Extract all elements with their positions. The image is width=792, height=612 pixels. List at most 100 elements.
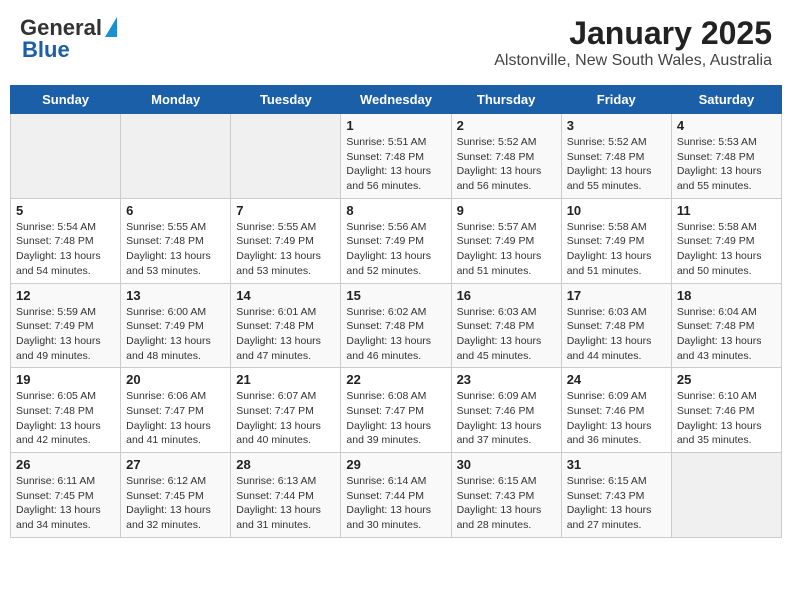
day-number: 31 bbox=[567, 457, 666, 472]
day-info: Sunrise: 5:52 AM Sunset: 7:48 PM Dayligh… bbox=[567, 135, 666, 194]
weekday-header-thursday: Thursday bbox=[451, 86, 561, 114]
calendar-cell: 11 Sunrise: 5:58 AM Sunset: 7:49 PM Dayli… bbox=[671, 198, 781, 283]
weekday-header-monday: Monday bbox=[121, 86, 231, 114]
day-info: Sunrise: 5:55 AM Sunset: 7:49 PM Dayligh… bbox=[236, 220, 335, 279]
day-number: 29 bbox=[346, 457, 445, 472]
weekday-header-saturday: Saturday bbox=[671, 86, 781, 114]
calendar-cell: 25 Sunrise: 6:10 AM Sunset: 7:46 PM Dayli… bbox=[671, 368, 781, 453]
day-info: Sunrise: 5:51 AM Sunset: 7:48 PM Dayligh… bbox=[346, 135, 445, 194]
day-number: 27 bbox=[126, 457, 225, 472]
calendar-cell: 30 Sunrise: 6:15 AM Sunset: 7:43 PM Dayli… bbox=[451, 453, 561, 538]
day-info: Sunrise: 6:14 AM Sunset: 7:44 PM Dayligh… bbox=[346, 474, 445, 533]
day-number: 30 bbox=[457, 457, 556, 472]
calendar-cell bbox=[671, 453, 781, 538]
day-info: Sunrise: 5:57 AM Sunset: 7:49 PM Dayligh… bbox=[457, 220, 556, 279]
day-number: 28 bbox=[236, 457, 335, 472]
calendar-cell: 27 Sunrise: 6:12 AM Sunset: 7:45 PM Dayli… bbox=[121, 453, 231, 538]
weekday-header-wednesday: Wednesday bbox=[341, 86, 451, 114]
day-number: 7 bbox=[236, 203, 335, 218]
day-number: 15 bbox=[346, 288, 445, 303]
calendar-cell: 16 Sunrise: 6:03 AM Sunset: 7:48 PM Dayli… bbox=[451, 283, 561, 368]
calendar-cell: 17Sunrise: 6:03 AM Sunset: 7:48 PM Dayli… bbox=[561, 283, 671, 368]
weekday-header-sunday: Sunday bbox=[11, 86, 121, 114]
day-number: 25 bbox=[677, 372, 776, 387]
calendar-table: SundayMondayTuesdayWednesdayThursdayFrid… bbox=[10, 85, 782, 538]
day-info: Sunrise: 6:04 AM Sunset: 7:48 PM Dayligh… bbox=[677, 305, 776, 364]
day-number: 1 bbox=[346, 118, 445, 133]
page-title: January 2025 bbox=[494, 15, 772, 52]
day-info: Sunrise: 6:15 AM Sunset: 7:43 PM Dayligh… bbox=[567, 474, 666, 533]
calendar-week-2: 5 Sunrise: 5:54 AM Sunset: 7:48 PM Daylig… bbox=[11, 198, 782, 283]
calendar-cell: 22 Sunrise: 6:08 AM Sunset: 7:47 PM Dayli… bbox=[341, 368, 451, 453]
calendar-cell: 18 Sunrise: 6:04 AM Sunset: 7:48 PM Dayli… bbox=[671, 283, 781, 368]
day-info: Sunrise: 6:06 AM Sunset: 7:47 PM Dayligh… bbox=[126, 389, 225, 448]
day-info: Sunrise: 6:07 AM Sunset: 7:47 PM Dayligh… bbox=[236, 389, 335, 448]
calendar-cell bbox=[11, 114, 121, 199]
calendar-cell: 14 Sunrise: 6:01 AM Sunset: 7:48 PM Dayli… bbox=[231, 283, 341, 368]
calendar-cell: 12Sunrise: 5:59 AM Sunset: 7:49 PM Dayli… bbox=[11, 283, 121, 368]
calendar-cell: 5 Sunrise: 5:54 AM Sunset: 7:48 PM Daylig… bbox=[11, 198, 121, 283]
logo: General Blue bbox=[20, 15, 117, 63]
title-block: January 2025 Alstonville, New South Wale… bbox=[494, 15, 772, 70]
calendar-cell: 7 Sunrise: 5:55 AM Sunset: 7:49 PM Daylig… bbox=[231, 198, 341, 283]
day-info: Sunrise: 6:02 AM Sunset: 7:48 PM Dayligh… bbox=[346, 305, 445, 364]
calendar-cell: 19Sunrise: 6:05 AM Sunset: 7:48 PM Dayli… bbox=[11, 368, 121, 453]
day-info: Sunrise: 6:03 AM Sunset: 7:48 PM Dayligh… bbox=[457, 305, 556, 364]
calendar-cell: 10 Sunrise: 5:58 AM Sunset: 7:49 PM Dayli… bbox=[561, 198, 671, 283]
day-number: 9 bbox=[457, 203, 556, 218]
calendar-week-5: 26Sunrise: 6:11 AM Sunset: 7:45 PM Dayli… bbox=[11, 453, 782, 538]
calendar-cell: 31 Sunrise: 6:15 AM Sunset: 7:43 PM Dayli… bbox=[561, 453, 671, 538]
day-info: Sunrise: 6:09 AM Sunset: 7:46 PM Dayligh… bbox=[457, 389, 556, 448]
day-number: 14 bbox=[236, 288, 335, 303]
day-info: Sunrise: 6:13 AM Sunset: 7:44 PM Dayligh… bbox=[236, 474, 335, 533]
day-info: Sunrise: 5:59 AM Sunset: 7:49 PM Dayligh… bbox=[16, 305, 115, 364]
calendar-cell: 8 Sunrise: 5:56 AM Sunset: 7:49 PM Daylig… bbox=[341, 198, 451, 283]
day-number: 8 bbox=[346, 203, 445, 218]
day-info: Sunrise: 6:15 AM Sunset: 7:43 PM Dayligh… bbox=[457, 474, 556, 533]
calendar-cell: 6Sunrise: 5:55 AM Sunset: 7:48 PM Daylig… bbox=[121, 198, 231, 283]
calendar-cell: 26Sunrise: 6:11 AM Sunset: 7:45 PM Dayli… bbox=[11, 453, 121, 538]
day-number: 11 bbox=[677, 203, 776, 218]
day-number: 5 bbox=[16, 203, 115, 218]
day-number: 16 bbox=[457, 288, 556, 303]
day-info: Sunrise: 5:52 AM Sunset: 7:48 PM Dayligh… bbox=[457, 135, 556, 194]
calendar-week-1: 1 Sunrise: 5:51 AM Sunset: 7:48 PM Daylig… bbox=[11, 114, 782, 199]
day-number: 22 bbox=[346, 372, 445, 387]
day-info: Sunrise: 6:01 AM Sunset: 7:48 PM Dayligh… bbox=[236, 305, 335, 364]
calendar-cell: 1 Sunrise: 5:51 AM Sunset: 7:48 PM Daylig… bbox=[341, 114, 451, 199]
calendar-cell: 3 Sunrise: 5:52 AM Sunset: 7:48 PM Daylig… bbox=[561, 114, 671, 199]
calendar-week-3: 12Sunrise: 5:59 AM Sunset: 7:49 PM Dayli… bbox=[11, 283, 782, 368]
calendar-cell: 28 Sunrise: 6:13 AM Sunset: 7:44 PM Dayli… bbox=[231, 453, 341, 538]
calendar-cell: 29 Sunrise: 6:14 AM Sunset: 7:44 PM Dayli… bbox=[341, 453, 451, 538]
day-number: 10 bbox=[567, 203, 666, 218]
day-info: Sunrise: 5:54 AM Sunset: 7:48 PM Dayligh… bbox=[16, 220, 115, 279]
calendar-week-4: 19Sunrise: 6:05 AM Sunset: 7:48 PM Dayli… bbox=[11, 368, 782, 453]
page-header: General Blue January 2025 Alstonville, N… bbox=[10, 10, 782, 75]
calendar-cell: 9 Sunrise: 5:57 AM Sunset: 7:49 PM Daylig… bbox=[451, 198, 561, 283]
day-info: Sunrise: 5:56 AM Sunset: 7:49 PM Dayligh… bbox=[346, 220, 445, 279]
calendar-cell: 13Sunrise: 6:00 AM Sunset: 7:49 PM Dayli… bbox=[121, 283, 231, 368]
day-info: Sunrise: 6:08 AM Sunset: 7:47 PM Dayligh… bbox=[346, 389, 445, 448]
day-number: 3 bbox=[567, 118, 666, 133]
day-number: 26 bbox=[16, 457, 115, 472]
day-number: 24 bbox=[567, 372, 666, 387]
day-info: Sunrise: 6:03 AM Sunset: 7:48 PM Dayligh… bbox=[567, 305, 666, 364]
day-number: 23 bbox=[457, 372, 556, 387]
weekday-header-row: SundayMondayTuesdayWednesdayThursdayFrid… bbox=[11, 86, 782, 114]
day-info: Sunrise: 5:58 AM Sunset: 7:49 PM Dayligh… bbox=[567, 220, 666, 279]
calendar-cell: 4Sunrise: 5:53 AM Sunset: 7:48 PM Daylig… bbox=[671, 114, 781, 199]
calendar-cell: 21Sunrise: 6:07 AM Sunset: 7:47 PM Dayli… bbox=[231, 368, 341, 453]
day-info: Sunrise: 6:00 AM Sunset: 7:49 PM Dayligh… bbox=[126, 305, 225, 364]
day-number: 18 bbox=[677, 288, 776, 303]
day-number: 20 bbox=[126, 372, 225, 387]
calendar-cell: 2 Sunrise: 5:52 AM Sunset: 7:48 PM Daylig… bbox=[451, 114, 561, 199]
logo-blue-text: Blue bbox=[20, 37, 70, 63]
day-info: Sunrise: 6:12 AM Sunset: 7:45 PM Dayligh… bbox=[126, 474, 225, 533]
day-number: 19 bbox=[16, 372, 115, 387]
day-info: Sunrise: 6:10 AM Sunset: 7:46 PM Dayligh… bbox=[677, 389, 776, 448]
weekday-header-tuesday: Tuesday bbox=[231, 86, 341, 114]
calendar-cell bbox=[121, 114, 231, 199]
day-number: 2 bbox=[457, 118, 556, 133]
day-info: Sunrise: 5:58 AM Sunset: 7:49 PM Dayligh… bbox=[677, 220, 776, 279]
page-subtitle: Alstonville, New South Wales, Australia bbox=[494, 52, 772, 70]
